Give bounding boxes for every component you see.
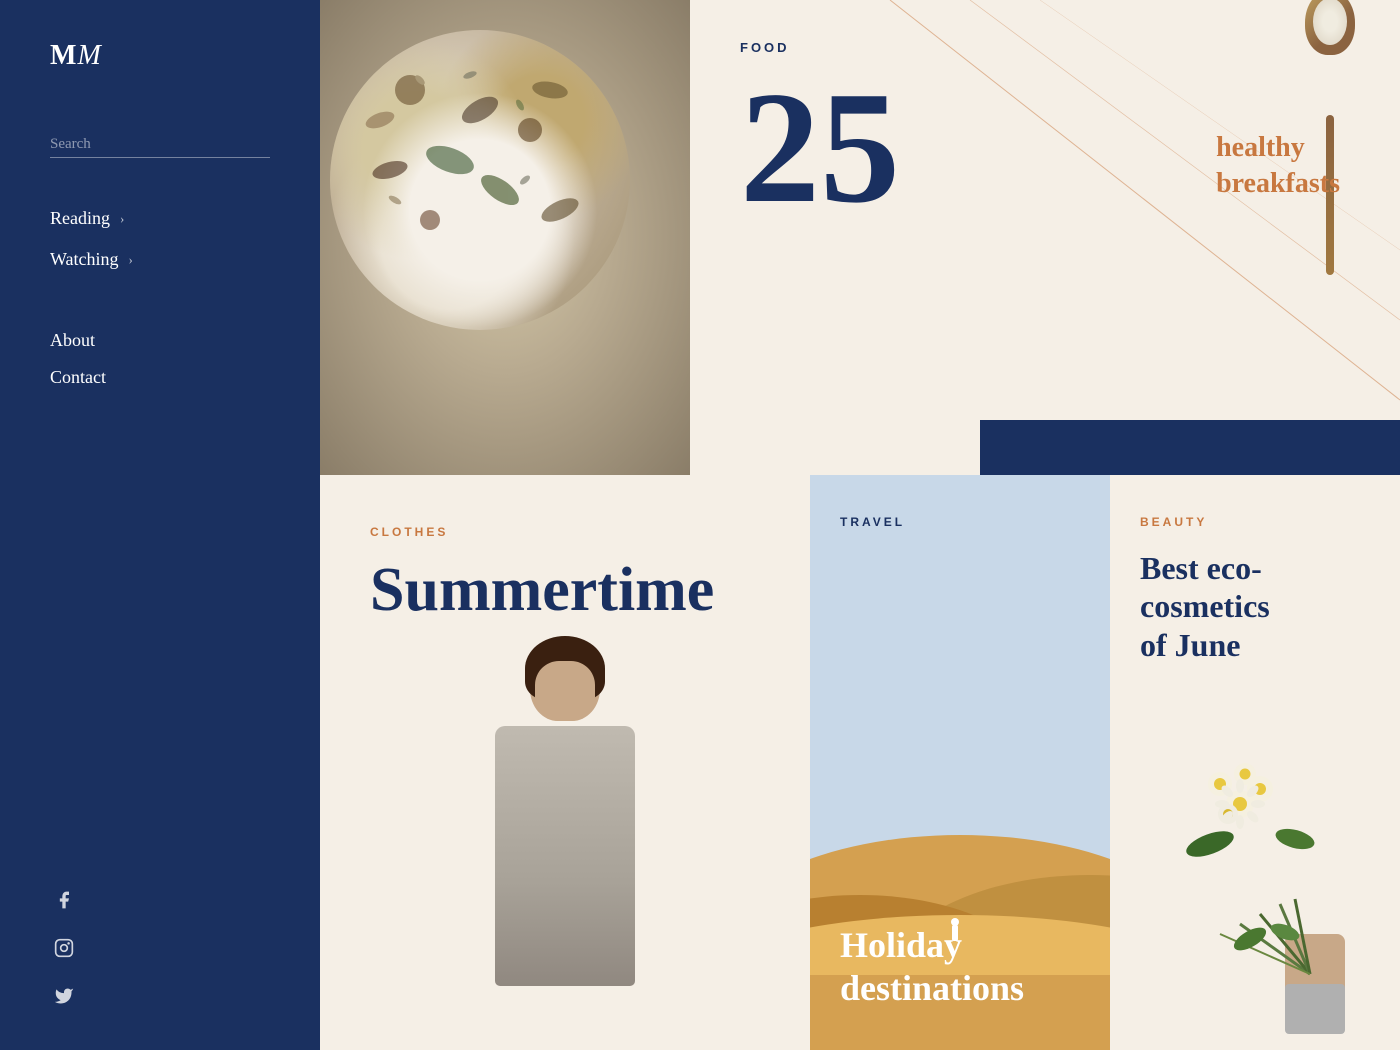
nav-item-watching[interactable]: Watching › — [50, 249, 270, 270]
food-background — [320, 0, 690, 475]
clothes-panel: CLOTHES Summertime — [320, 475, 810, 1050]
food-text-panel: FOOD 25 healthy breakfasts — [690, 0, 1400, 475]
beauty-title-line3: of June — [1140, 626, 1370, 664]
nav-link-about[interactable]: About — [50, 330, 270, 351]
travel-content: TRAVEL Holiday destinations — [810, 475, 1110, 1050]
nav-item-reading[interactable]: Reading › — [50, 208, 270, 229]
chevron-right-icon: › — [120, 211, 124, 227]
sidebar: MM Reading › Watching › About Contact — [0, 0, 320, 1050]
nav-reading-label: Reading — [50, 208, 110, 229]
twitter-icon[interactable] — [50, 982, 78, 1010]
food-description: healthy breakfasts — [1216, 130, 1340, 203]
navy-accent-bar — [980, 420, 1400, 475]
travel-title-line2: destinations — [840, 967, 1080, 1010]
search-container — [50, 132, 270, 158]
beauty-category-label: BEAUTY — [1140, 515, 1370, 529]
travel-title-line1: Holiday — [840, 924, 1080, 967]
food-image-panel — [320, 0, 690, 475]
person-face — [535, 661, 595, 721]
person-body — [495, 726, 635, 986]
food-desc-line2: breakfasts — [1216, 166, 1340, 202]
beauty-title-line2: cosmetics — [1140, 587, 1370, 625]
search-input[interactable] — [50, 132, 270, 158]
instagram-icon[interactable] — [50, 934, 78, 962]
nav-links: About Contact — [50, 330, 270, 404]
chevron-right-icon: › — [129, 252, 133, 268]
spoon-contents — [1313, 0, 1347, 45]
nav-link-contact[interactable]: Contact — [50, 367, 270, 388]
spoon-head — [1305, 0, 1355, 55]
travel-category-label: TRAVEL — [840, 515, 1080, 529]
travel-title: Holiday destinations — [840, 924, 1080, 1010]
food-category-label: FOOD — [740, 40, 1350, 55]
top-row: FOOD 25 healthy breakfasts — [320, 0, 1400, 475]
clothes-title: Summertime — [370, 559, 760, 621]
flower-bouquet-image — [1140, 684, 1370, 1034]
bottom-row: CLOTHES Summertime — [320, 475, 1400, 1050]
clothes-image-area — [370, 641, 760, 1021]
main-content: FOOD 25 healthy breakfasts CLOTHES Summe… — [320, 0, 1400, 1050]
beauty-panel: BEAUTY Best eco- cosmetics of June — [1110, 475, 1400, 1050]
person-figure — [425, 641, 705, 1021]
logo[interactable]: MM — [50, 40, 270, 72]
person-head — [530, 641, 600, 721]
nav-watching-label: Watching — [50, 249, 119, 270]
bowl-contents — [330, 30, 630, 330]
logo-bold: M — [50, 40, 77, 71]
beauty-title-line1: Best eco- — [1140, 549, 1370, 587]
beauty-title: Best eco- cosmetics of June — [1140, 549, 1370, 664]
bowl-image — [330, 30, 630, 330]
travel-panel: TRAVEL Holiday destinations — [810, 475, 1110, 1050]
nav-section: Reading › Watching › — [50, 208, 270, 290]
clothes-category-label: CLOTHES — [370, 525, 760, 539]
social-icons — [50, 886, 270, 1010]
facebook-icon[interactable] — [50, 886, 78, 914]
logo-italic: M — [77, 40, 101, 71]
beauty-image-area — [1140, 684, 1370, 1034]
food-desc-line1: healthy — [1216, 130, 1340, 166]
